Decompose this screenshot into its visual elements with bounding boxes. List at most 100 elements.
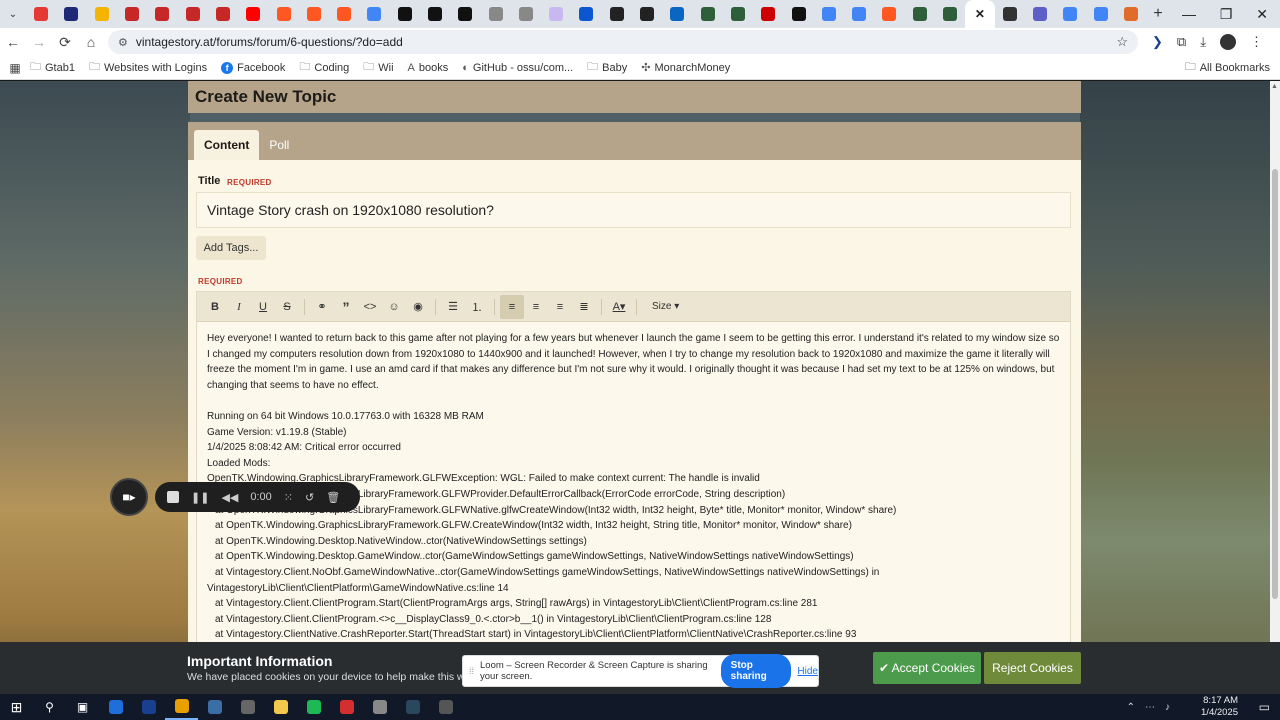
taskbar-app[interactable]	[330, 694, 363, 720]
bookmark-item[interactable]: 🗀 Websites with Logins	[89, 58, 207, 77]
align-center-icon[interactable]: ≡	[524, 295, 548, 319]
bookmark-item[interactable]: 🗀 Coding	[299, 58, 349, 77]
extension-icon[interactable]: ❯	[1152, 34, 1163, 50]
pause-icon[interactable]: ❚❚	[191, 491, 209, 504]
bookmark-item[interactable]: f Facebook	[221, 61, 285, 74]
browser-tab[interactable]	[995, 0, 1025, 28]
browser-tab[interactable]	[935, 0, 965, 28]
profile-avatar[interactable]	[1219, 34, 1236, 50]
forward-button[interactable]: →	[26, 34, 52, 50]
taskbar-app[interactable]	[297, 694, 330, 720]
quote-icon[interactable]: ”	[334, 295, 358, 319]
browser-tab[interactable]	[632, 0, 662, 28]
drag-handle-icon[interactable]: ⁞⁞	[469, 666, 474, 676]
reload-button[interactable]: ⟳	[52, 34, 78, 51]
browser-tab[interactable]	[723, 0, 753, 28]
url-text[interactable]: vintagestory.at/forums/forum/6-questions…	[136, 35, 1116, 49]
bookmark-item[interactable]: Abooks	[408, 62, 449, 74]
chrome-menu-icon[interactable]: ⋮	[1250, 34, 1263, 50]
title-input[interactable]	[196, 192, 1071, 228]
bookmark-item[interactable]: ✣ MonarchMoney	[641, 61, 730, 75]
browser-tab[interactable]	[571, 0, 601, 28]
browser-tab[interactable]	[602, 0, 632, 28]
browser-tab[interactable]	[874, 0, 904, 28]
code-icon[interactable]: <>	[358, 295, 382, 319]
browser-tab[interactable]	[390, 0, 420, 28]
browser-tab[interactable]	[56, 0, 86, 28]
taskbar-app[interactable]	[429, 694, 462, 720]
taskbar-app[interactable]	[198, 694, 231, 720]
new-tab-button[interactable]: +	[1146, 5, 1170, 23]
align-justify-icon[interactable]: ≣	[572, 295, 596, 319]
underline-button[interactable]: U	[251, 295, 275, 319]
text-color-icon[interactable]: A▾	[607, 295, 631, 319]
taskbar-app[interactable]	[264, 694, 297, 720]
bookmark-item[interactable]: ◐ GitHub - ossu/com...	[462, 62, 573, 74]
hide-link[interactable]: Hide	[797, 666, 818, 677]
restore-button[interactable]: ❐	[1220, 6, 1233, 23]
extensions-puzzle-icon[interactable]: ⧉	[1177, 34, 1186, 50]
browser-tab[interactable]	[511, 0, 541, 28]
browser-tab[interactable]	[26, 0, 56, 28]
browser-tab[interactable]	[208, 0, 238, 28]
browser-tab[interactable]	[480, 0, 510, 28]
bookmark-item[interactable]: 🗀 Wii	[363, 58, 393, 77]
search-icon[interactable]: ⚲	[33, 694, 66, 720]
browser-tab[interactable]	[329, 0, 359, 28]
page-scrollbar[interactable]: ▲ ▼	[1270, 81, 1280, 694]
taskbar-app[interactable]	[363, 694, 396, 720]
link-icon[interactable]: ⚭	[310, 295, 334, 319]
spoiler-eye-icon[interactable]: ◉	[406, 295, 430, 319]
bold-button[interactable]: B	[203, 295, 227, 319]
browser-tab[interactable]	[147, 0, 177, 28]
minimize-button[interactable]: —	[1182, 6, 1196, 23]
stop-recording-icon[interactable]	[167, 491, 179, 503]
bullet-list-icon[interactable]: ☰	[441, 295, 465, 319]
taskbar-app[interactable]	[132, 694, 165, 720]
browser-tab[interactable]	[268, 0, 298, 28]
browser-tab[interactable]	[238, 0, 268, 28]
bookmark-item[interactable]: 🗀 Gtab1	[30, 58, 75, 77]
bookmark-star-icon[interactable]: ☆	[1116, 34, 1128, 50]
system-clock[interactable]: 8:17 AM 1/4/2025	[1201, 695, 1238, 719]
windows-start-icon[interactable]: ⊞	[0, 694, 33, 720]
browser-tab[interactable]	[693, 0, 723, 28]
browser-tab[interactable]	[753, 0, 783, 28]
italic-button[interactable]: I	[227, 295, 251, 319]
numbered-list-icon[interactable]: ⒈	[465, 295, 489, 319]
site-info-icon[interactable]: ⚙	[118, 36, 128, 49]
browser-tab[interactable]	[905, 0, 935, 28]
volume-icon[interactable]: ♪	[1165, 702, 1170, 713]
network-icon[interactable]: ⋯	[1145, 702, 1155, 713]
task-view-icon[interactable]: ▣	[66, 694, 99, 720]
all-bookmarks[interactable]: 🗀 All Bookmarks	[1185, 58, 1270, 77]
browser-tab[interactable]	[844, 0, 874, 28]
trash-icon[interactable]: 🗑	[326, 491, 340, 504]
rewind-icon[interactable]: ◀◀	[221, 491, 238, 504]
reject-cookies-button[interactable]: Reject Cookies	[984, 652, 1081, 684]
close-tab-icon[interactable]: ✕	[975, 7, 985, 21]
browser-tab[interactable]	[783, 0, 813, 28]
browser-tab[interactable]	[662, 0, 692, 28]
address-bar[interactable]: ⚙ vintagestory.at/forums/forum/6-questio…	[108, 30, 1138, 54]
active-browser-tab[interactable]: ✕	[965, 0, 995, 28]
taskbar-app[interactable]	[396, 694, 429, 720]
browser-tab[interactable]	[450, 0, 480, 28]
browser-tab[interactable]	[814, 0, 844, 28]
taskbar-app[interactable]	[165, 694, 198, 720]
strikethrough-button[interactable]: S	[275, 295, 299, 319]
browser-tab[interactable]	[420, 0, 450, 28]
browser-tab[interactable]	[541, 0, 571, 28]
tab-poll[interactable]: Poll	[259, 130, 299, 160]
taskbar-app[interactable]	[231, 694, 264, 720]
accept-cookies-button[interactable]: ✔ Accept Cookies	[873, 652, 981, 684]
browser-tab[interactable]	[359, 0, 389, 28]
align-left-icon[interactable]: ≡	[500, 294, 524, 319]
tab-search-icon[interactable]: ⌄	[0, 0, 26, 28]
notification-icon[interactable]: ▭	[1259, 700, 1270, 714]
browser-tab[interactable]	[1085, 0, 1115, 28]
apps-grid-icon[interactable]: ▦	[0, 61, 30, 75]
back-button[interactable]: ←	[0, 34, 26, 50]
tray-chevron-icon[interactable]: ⌃	[1127, 702, 1135, 713]
browser-tab[interactable]	[177, 0, 207, 28]
